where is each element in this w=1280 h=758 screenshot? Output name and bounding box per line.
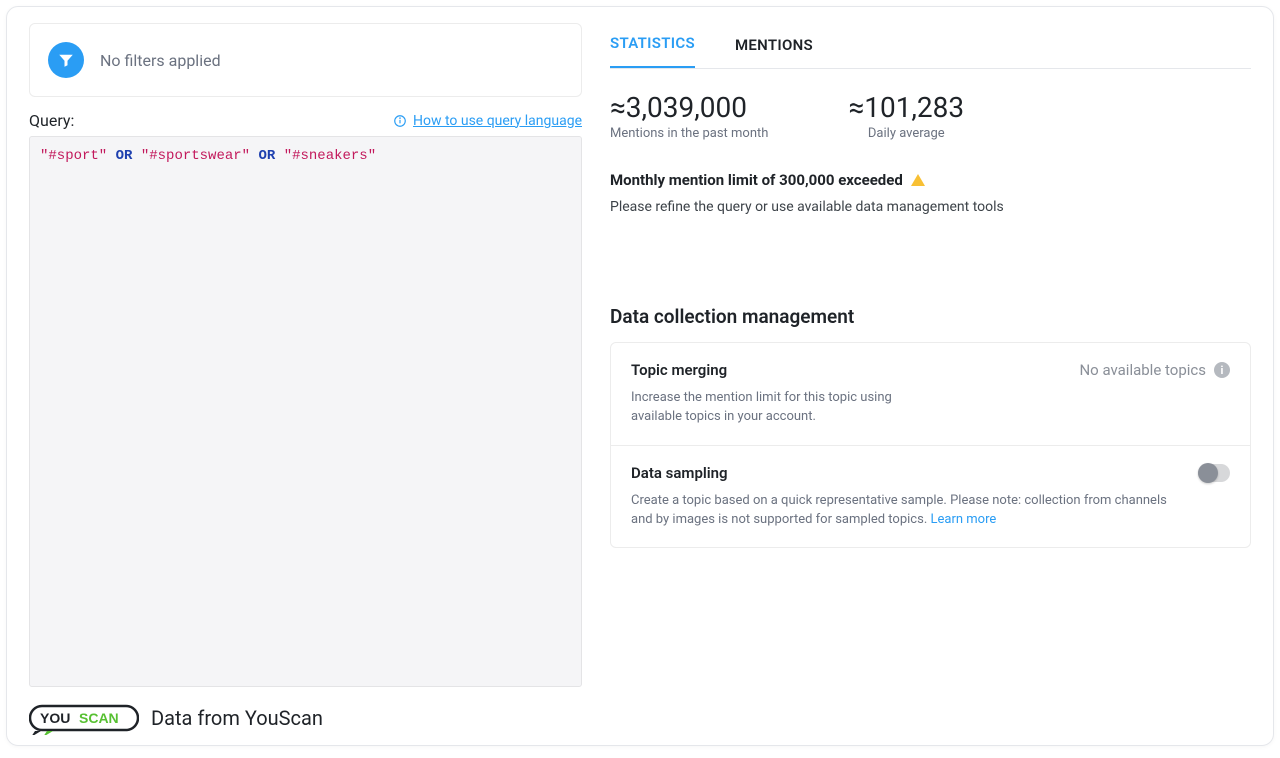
stat-daily: ≈101,283 Daily average <box>848 91 964 141</box>
management-card: Topic merging No available topics i Incr… <box>610 342 1251 548</box>
topic-merging-title: Topic merging <box>631 361 727 379</box>
query-token-operator: OR <box>116 148 133 164</box>
management-section-title: Data collection management <box>610 305 1251 328</box>
stat-daily-label: Daily average <box>848 126 964 141</box>
footer-text: Data from YouScan <box>151 706 323 730</box>
footer: YOU SCAN Data from YouScan <box>29 691 1251 735</box>
data-sampling-desc: Create a topic based on a quick represen… <box>631 492 1191 530</box>
data-sampling-row: Data sampling Create a topic based on a … <box>611 446 1250 548</box>
data-sampling-desc-text: Create a topic based on a quick represen… <box>631 493 1167 527</box>
app-frame: No filters applied Query: How to use que… <box>6 6 1274 746</box>
stat-mentions-value: ≈3,039,000 <box>610 91 768 124</box>
data-sampling-title: Data sampling <box>631 464 728 482</box>
query-input[interactable]: "#sport" OR "#sportswear" OR "#sneakers" <box>29 136 582 687</box>
tab-statistics[interactable]: STATISTICS <box>610 22 695 68</box>
query-token-string: "#sport" <box>40 148 107 164</box>
filters-text: No filters applied <box>100 51 221 70</box>
stat-daily-value: ≈101,283 <box>848 91 964 124</box>
data-sampling-toggle[interactable] <box>1198 464 1230 482</box>
warning-title-row: Monthly mention limit of 300,000 exceede… <box>610 171 1251 189</box>
filters-card[interactable]: No filters applied <box>29 23 582 97</box>
logo-you-text: YOU <box>40 710 70 726</box>
tab-mentions[interactable]: MENTIONS <box>735 24 813 68</box>
tabs: STATISTICS MENTIONS <box>610 23 1251 69</box>
query-label: Query: <box>29 111 74 130</box>
topic-merging-status: No available topics <box>1079 361 1206 379</box>
filter-icon <box>48 42 84 78</box>
main-grid: No filters applied Query: How to use que… <box>29 23 1251 687</box>
stat-mentions-label: Mentions in the past month <box>610 126 768 141</box>
query-token-string: "#sneakers" <box>284 148 376 164</box>
warning-block: Monthly mention limit of 300,000 exceede… <box>610 171 1251 215</box>
toggle-knob <box>1198 463 1218 483</box>
info-icon[interactable]: i <box>1214 362 1230 378</box>
query-token-string: "#sportswear" <box>141 148 250 164</box>
warning-icon <box>911 174 925 186</box>
left-column: No filters applied Query: How to use que… <box>29 23 582 687</box>
warning-title: Monthly mention limit of 300,000 exceede… <box>610 171 903 189</box>
query-token-operator: OR <box>258 148 275 164</box>
logo-scan-text: SCAN <box>79 710 119 726</box>
info-icon <box>393 114 407 128</box>
query-help-text: How to use query language <box>413 113 582 129</box>
right-column: STATISTICS MENTIONS ≈3,039,000 Mentions … <box>600 23 1251 687</box>
data-sampling-head: Data sampling <box>631 464 1230 482</box>
topic-merging-row: Topic merging No available topics i Incr… <box>611 343 1250 446</box>
youscan-logo: YOU SCAN <box>29 701 139 735</box>
query-header: Query: How to use query language <box>29 111 582 130</box>
warning-subtext: Please refine the query or use available… <box>610 199 1251 215</box>
topic-merging-desc: Increase the mention limit for this topi… <box>631 389 931 427</box>
topic-merging-right: No available topics i <box>1079 361 1230 379</box>
stats-row: ≈3,039,000 Mentions in the past month ≈1… <box>610 91 1251 141</box>
learn-more-link[interactable]: Learn more <box>930 512 996 527</box>
query-help-link[interactable]: How to use query language <box>393 113 582 129</box>
stat-mentions: ≈3,039,000 Mentions in the past month <box>610 91 768 141</box>
topic-merging-head: Topic merging No available topics i <box>631 361 1230 379</box>
